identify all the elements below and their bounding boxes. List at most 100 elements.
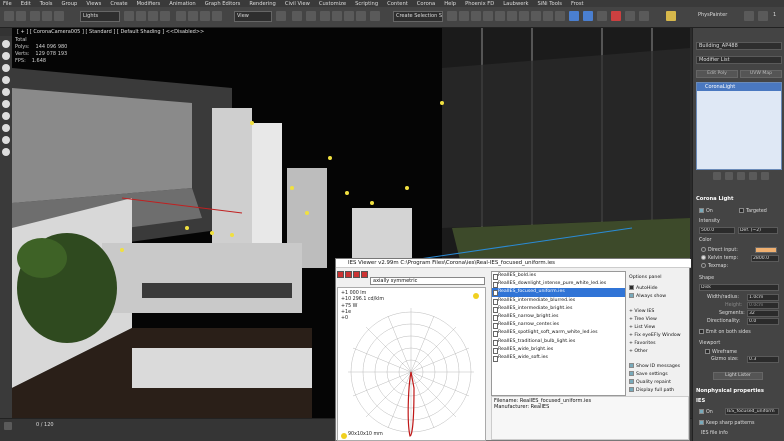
show-end-result-icon[interactable] — [725, 172, 733, 180]
scale-icon[interactable] — [200, 11, 210, 21]
menu-item[interactable]: Create — [110, 1, 127, 7]
layer-explorer-icon[interactable] — [471, 11, 481, 21]
viewport-tool-icon[interactable] — [2, 100, 10, 108]
autohide-checkbox[interactable]: AutoHide — [629, 285, 658, 291]
selection-filter-dropdown[interactable]: Lights — [80, 11, 120, 22]
segments-input[interactable]: 32 — [747, 310, 779, 317]
gizmo-size-input[interactable]: 0.3 — [747, 356, 779, 363]
menu-item[interactable]: Animation — [169, 1, 195, 7]
move-icon[interactable] — [176, 11, 186, 21]
nonphysical-rollout-title[interactable]: Nonphysical properties — [693, 388, 784, 396]
ies-file-item[interactable]: RealIES_intermediate_bright.ies — [492, 305, 625, 313]
display-full-path-checkbox[interactable]: Display full path — [629, 387, 674, 393]
menu-item[interactable]: Customize — [319, 1, 346, 7]
color-swatch[interactable] — [755, 247, 777, 253]
edit-named-selection-icon[interactable] — [370, 11, 380, 21]
undo-icon[interactable] — [4, 11, 14, 21]
ies-file-item[interactable]: RealIES_wide_soft.ies — [492, 354, 625, 363]
viewport-label[interactable]: [ + ] [ CoronaCamera005 ] [ Standard ] [… — [17, 29, 204, 35]
select-object-icon[interactable] — [124, 11, 134, 21]
angle-snap-icon[interactable] — [332, 11, 342, 21]
workspace-icon[interactable] — [744, 11, 754, 21]
remove-modifier-icon[interactable] — [749, 172, 757, 180]
modifier-stack[interactable]: CoronaLight — [696, 82, 782, 170]
percent-snap-icon[interactable] — [344, 11, 354, 21]
menu-item[interactable]: Frost — [571, 1, 584, 7]
width-input[interactable]: 1.0cm — [747, 294, 779, 301]
directionality-input[interactable]: 0.0 — [747, 318, 779, 325]
ies-file-item[interactable]: RealIES_spotlight_soft_warm_white_led.ie… — [492, 329, 625, 338]
light-lister-button[interactable]: Light Lister — [713, 372, 763, 380]
render-icon[interactable] — [555, 11, 565, 21]
kelvin-input[interactable]: 2800.0 — [751, 255, 779, 262]
menu-item[interactable]: Graph Editors — [205, 1, 241, 7]
ies-rollout-title[interactable]: IES — [693, 398, 784, 406]
minimize-icon[interactable] — [758, 11, 768, 21]
viewport-tool-icon[interactable] — [2, 124, 10, 132]
quality-repaint-checkbox[interactable]: Quality repaint — [629, 379, 671, 385]
rect-select-icon[interactable] — [148, 11, 158, 21]
viewport-tool-icon[interactable] — [2, 64, 10, 72]
ies-render-icon[interactable] — [353, 271, 360, 278]
ies-on-checkbox[interactable]: On — [699, 409, 713, 415]
ies-file-item[interactable]: RealIES_bold.ies — [492, 272, 625, 281]
edit-poly-button[interactable]: Edit Poly — [696, 70, 738, 78]
menu-item[interactable]: Civil View — [285, 1, 310, 7]
menu-item[interactable]: Laubwerk — [503, 1, 528, 7]
spinner-snap-icon[interactable] — [356, 11, 366, 21]
viewport-tool-icon[interactable] — [2, 40, 10, 48]
menu-item[interactable]: Group — [62, 1, 78, 7]
ies-file-list[interactable]: RealIES_bold.ies RealIES_downlight_intens… — [491, 271, 626, 396]
material-editor-icon[interactable] — [519, 11, 529, 21]
rendered-frame-icon[interactable] — [543, 11, 553, 21]
mirror-icon[interactable] — [447, 11, 457, 21]
ies-file-item[interactable]: RealIES_wide_bright.ies — [492, 346, 625, 354]
save-settings-checkbox[interactable]: Save settings — [629, 371, 668, 377]
pin-stack-icon[interactable] — [713, 172, 721, 180]
bind-spacewarp-icon[interactable] — [54, 11, 64, 21]
other-section[interactable]: + Other — [629, 349, 648, 354]
targeted-checkbox[interactable]: Targeted — [739, 208, 767, 214]
menu-item[interactable]: Corona — [417, 1, 435, 7]
view-ies-section[interactable]: + View IES — [629, 309, 654, 314]
ies-file-item[interactable]: RealIES_traditional_bulb_light.ies — [492, 338, 625, 346]
favorites-section[interactable]: + Favorites — [629, 341, 656, 346]
tree-view-section[interactable]: + Tree View — [629, 317, 657, 322]
select-manipulate-icon[interactable] — [292, 11, 302, 21]
symmetry-dropdown[interactable]: axially symmetric — [370, 277, 485, 285]
align-icon[interactable] — [459, 11, 469, 21]
corona-icon[interactable] — [569, 11, 579, 21]
corona-light-rollout-title[interactable]: Corona Light — [693, 196, 784, 204]
physpainter-label[interactable]: PhysPainter — [696, 11, 736, 22]
corona-converter-icon[interactable] — [597, 11, 607, 21]
render-setup-icon[interactable] — [531, 11, 541, 21]
curve-editor-icon[interactable] — [495, 11, 505, 21]
keyboard-shortcut-icon[interactable] — [306, 11, 316, 21]
intensity-unit-dropdown[interactable]: Def. (~2) — [738, 227, 778, 234]
frost-icon[interactable] — [625, 11, 635, 21]
keep-sharp-checkbox[interactable]: Keep sharp patterns — [699, 420, 755, 426]
viewport-tool-icon[interactable] — [2, 112, 10, 120]
ref-coord-dropdown[interactable]: View — [234, 11, 272, 22]
ies-file-item[interactable]: RealIES_narrow_bright.ies — [492, 313, 625, 322]
rotate-icon[interactable] — [188, 11, 198, 21]
link-icon[interactable] — [30, 11, 40, 21]
make-unique-icon[interactable] — [737, 172, 745, 180]
menu-item[interactable]: Rendering — [249, 1, 276, 7]
snaps-toggle-icon[interactable] — [320, 11, 330, 21]
on-checkbox[interactable]: On — [699, 208, 713, 214]
place-icon[interactable] — [212, 11, 222, 21]
fixture-view-section[interactable]: + Fix eyeEFly Window — [629, 333, 681, 338]
modifier-list-dropdown[interactable]: Modifier List — [696, 56, 782, 64]
configure-modifier-icon[interactable] — [761, 172, 769, 180]
wireframe-checkbox[interactable]: Wireframe — [705, 349, 737, 355]
timeline-left-icon[interactable] — [4, 422, 12, 430]
menu-item[interactable]: Content — [387, 1, 408, 7]
window-crossing-icon[interactable] — [160, 11, 170, 21]
laubwerk-icon[interactable] — [639, 11, 649, 21]
direct-input-radio[interactable]: Direct input: — [701, 247, 738, 253]
ribbon-toggle-icon[interactable] — [483, 11, 493, 21]
ies-file-item[interactable]: RealIES_downlight_intense_pure_white_led… — [492, 280, 625, 289]
ies-file-item[interactable]: RealIES_focused_uniform.ies — [492, 288, 625, 297]
ies-file-item[interactable]: RealIES_narrow_center.ies — [492, 321, 625, 330]
